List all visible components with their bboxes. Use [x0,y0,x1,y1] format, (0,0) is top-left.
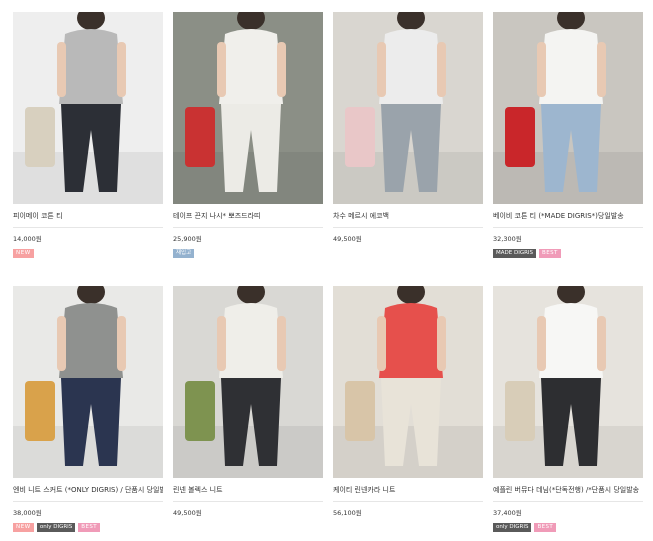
photo-accent-object [25,381,55,441]
photo-accent-object [345,107,375,167]
divider [493,501,643,502]
photo-accent-object [185,381,215,441]
badge-row: 재입고 [173,249,323,258]
product-grid: 피이메이 코튼 티 14,000원 NEW 테이프 끈지 나시* 뽀즈드라띠 2… [0,0,653,541]
photo-accent-object [505,107,535,167]
badge-best: BEST [534,523,557,532]
model-arm-right [117,42,126,97]
model-arm-left [217,316,226,371]
badge-row [333,523,483,532]
model-top [219,303,283,378]
product-price: 32,300원 [493,235,522,243]
product-card[interactable]: 피이메이 코튼 티 14,000원 NEW [13,12,163,258]
model-arm-left [217,42,226,97]
product-price: 37,400원 [493,509,522,517]
badge-row: MADE DIGRIS BEST [493,249,643,258]
divider [493,227,643,228]
photo-accent-object [185,107,215,167]
product-photo[interactable] [333,286,483,478]
product-photo[interactable] [13,286,163,478]
badge-row [333,249,483,258]
product-card[interactable]: 엔비 니트 스커트 (*ONLY DIGRIS) / 단품시 당일발송 38,0… [13,286,163,532]
product-name[interactable]: 베이비 코튼 티 (*MADE DIGRIS*)당일발송 [493,211,643,221]
divider [173,227,323,228]
product-card[interactable]: 린넨 볼렉스 니트 49,500원 [173,286,323,532]
model-arm-left [377,42,386,97]
divider [333,227,483,228]
badge-best: BEST [539,249,561,258]
product-photo[interactable] [173,12,323,204]
model-top [59,303,123,378]
divider [13,501,163,502]
model-arm-right [277,316,286,371]
product-price: 49,500원 [173,509,202,517]
divider [333,501,483,502]
badge-row: only DIGRIS BEST [493,523,643,532]
model-arm-left [537,42,546,97]
product-card[interactable]: 테이프 끈지 나시* 뽀즈드라띠 25,900원 재입고 [173,12,323,258]
product-photo[interactable] [13,12,163,204]
badge-row [173,523,323,532]
model-top [219,29,283,104]
badge-new: NEW [13,249,34,258]
photo-accent-object [25,107,55,167]
product-photo[interactable] [493,286,643,478]
product-card[interactable]: 예플린 버뮤다 데님(*단독전행) /*단품시 당일발송 37,400원 onl… [493,286,643,532]
badge-best: BEST [78,523,100,532]
model-arm-left [57,316,66,371]
divider [173,501,323,502]
badge-dark: only DIGRIS [493,523,532,532]
product-name[interactable]: 린넨 볼렉스 니트 [173,485,323,495]
product-name[interactable]: 엔비 니트 스커트 (*ONLY DIGRIS) / 단품시 당일발송 [13,485,163,495]
model-top [379,303,443,378]
product-card[interactable]: 케이티 린넨카라 니트 56,100원 [333,286,483,532]
product-name[interactable]: 케이티 린넨카라 니트 [333,485,483,495]
badge-new: NEW [13,523,34,532]
model-arm-right [437,42,446,97]
badge-dark: MADE DIGRIS [493,249,537,258]
model-arm-right [597,316,606,371]
model-arm-left [377,316,386,371]
model-top [539,29,603,104]
product-photo[interactable] [333,12,483,204]
product-price: 49,500원 [333,235,362,243]
badge-row: NEW [13,249,163,258]
product-card[interactable]: 베이비 코튼 티 (*MADE DIGRIS*)당일발송 32,300원 MAD… [493,12,643,258]
product-name[interactable]: 예플린 버뮤다 데님(*단독전행) /*단품시 당일발송 [493,485,643,495]
model-arm-right [277,42,286,97]
badge-restock: 재입고 [173,249,195,258]
product-photo[interactable] [173,286,323,478]
model-arm-left [57,42,66,97]
model-top [59,29,123,104]
photo-accent-object [505,381,535,441]
badge-dark: only DIGRIS [36,523,76,532]
divider [13,227,163,228]
model-arm-right [437,316,446,371]
model-arm-right [597,42,606,97]
model-top [539,303,603,378]
product-name[interactable]: 차수 메르시 에코백 [333,211,483,221]
product-name[interactable]: 피이메이 코튼 티 [13,211,163,221]
product-name[interactable]: 테이프 끈지 나시* 뽀즈드라띠 [173,211,323,221]
product-price: 25,900원 [173,235,202,243]
model-top [379,29,443,104]
photo-accent-object [345,381,375,441]
product-price: 14,000원 [13,235,42,243]
model-arm-left [537,316,546,371]
product-card[interactable]: 차수 메르시 에코백 49,500원 [333,12,483,258]
badge-row: NEW only DIGRIS BEST [13,523,163,532]
product-price: 56,100원 [333,509,362,517]
product-photo[interactable] [493,12,643,204]
model-arm-right [117,316,126,371]
product-price: 38,000원 [13,509,42,517]
